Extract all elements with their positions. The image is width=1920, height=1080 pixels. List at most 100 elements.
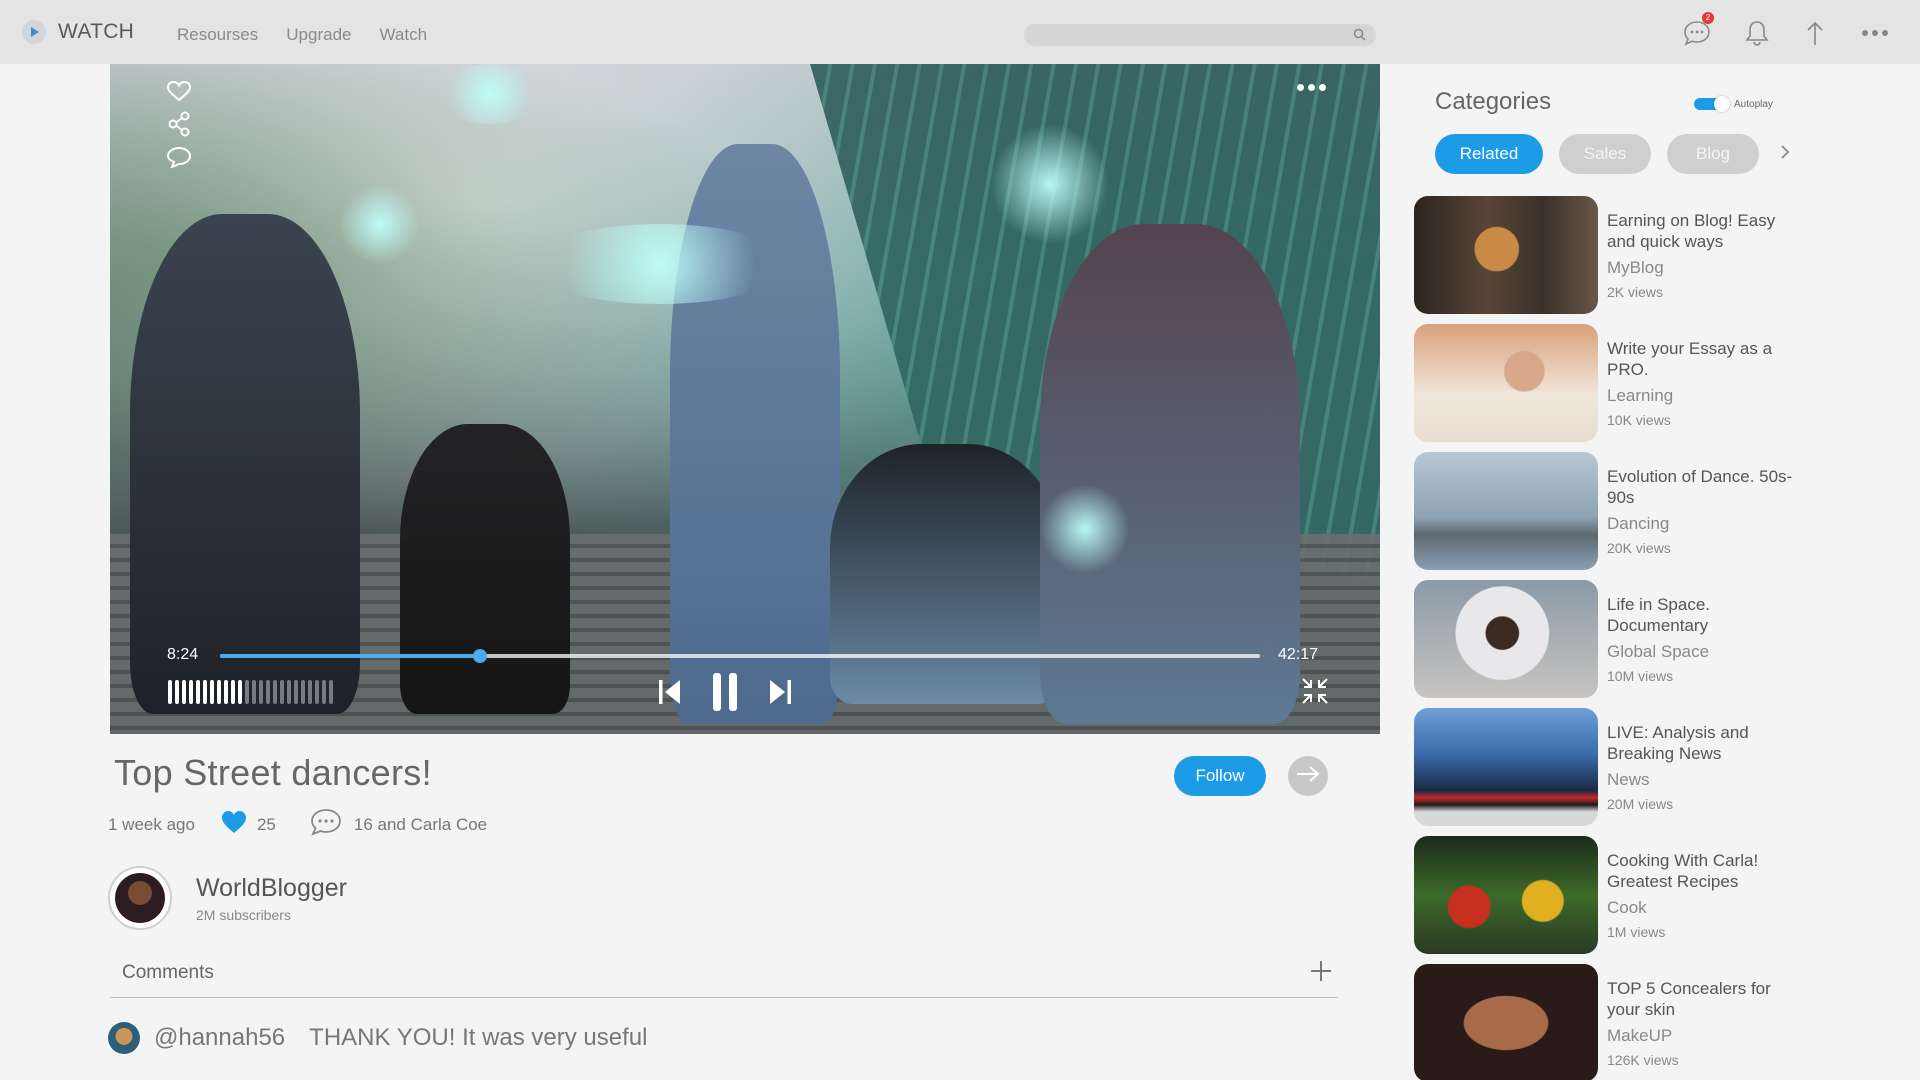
comments-label: Comments: [122, 962, 214, 983]
video-thumbnail[interactable]: [1414, 708, 1598, 826]
nav-item-watch[interactable]: Watch: [379, 25, 427, 45]
heart-icon: [221, 810, 247, 839]
video-thumbnail[interactable]: [1414, 452, 1598, 570]
video-scene-sparkle: [990, 124, 1110, 244]
comments-count-text: 16 and Carla Coe: [353, 814, 488, 834]
category-chips: Related Sales Blog: [1435, 134, 1791, 174]
chip-sales[interactable]: Sales: [1559, 134, 1651, 174]
progress-handle[interactable]: [473, 649, 487, 663]
posted-time: 1 week ago: [108, 814, 195, 834]
search-input[interactable]: [1024, 24, 1376, 46]
volume-bar: [315, 680, 319, 704]
plus-icon[interactable]: [1308, 958, 1334, 989]
video-meta: 1 week ago 25 16 and Carla Coe: [108, 808, 487, 841]
nav-item-upgrade[interactable]: Upgrade: [286, 25, 351, 45]
follow-button[interactable]: Follow: [1174, 756, 1266, 796]
related-video-title[interactable]: Evolution of Dance. 50s-90s: [1607, 466, 1807, 508]
related-video-title[interactable]: Earning on Blog! Easy and quick ways: [1607, 210, 1807, 252]
related-video-channel[interactable]: News: [1607, 770, 1807, 790]
toggle-switch[interactable]: [1694, 96, 1730, 112]
avatar[interactable]: [108, 866, 172, 930]
channel-name[interactable]: WorldBlogger: [196, 874, 347, 903]
related-video-channel[interactable]: Global Space: [1607, 642, 1807, 662]
volume-bar: [203, 680, 207, 704]
list-item[interactable]: TOP 5 Concealers for your skin MakeUP 12…: [1414, 964, 1904, 1080]
list-item[interactable]: LIVE: Analysis and Breaking News News 20…: [1414, 708, 1904, 826]
next-video-button[interactable]: [1288, 756, 1328, 796]
more-icon[interactable]: [1860, 18, 1890, 48]
list-item[interactable]: Earning on Blog! Easy and quick ways MyB…: [1414, 196, 1904, 314]
play-logo-icon: [22, 20, 46, 44]
volume-bar: [238, 680, 242, 704]
related-video-channel[interactable]: Dancing: [1607, 514, 1807, 534]
video-thumbnail[interactable]: [1414, 580, 1598, 698]
heart-icon[interactable]: [166, 80, 192, 107]
autoplay-label: Autoplay: [1734, 98, 1773, 110]
video-thumbnail[interactable]: [1414, 324, 1598, 442]
video-scene-sparkle: [440, 64, 540, 124]
volume-bar: [301, 680, 305, 704]
player-more-icon[interactable]: [1297, 84, 1326, 91]
chip-blog[interactable]: Blog: [1667, 134, 1759, 174]
chat-icon[interactable]: 2: [1682, 12, 1714, 48]
share-icon[interactable]: [166, 111, 192, 142]
related-video-views: 10M views: [1607, 668, 1674, 684]
video-scene-dancer: [400, 424, 570, 714]
volume-bar: [273, 680, 277, 704]
arrow-right-icon: [1295, 765, 1321, 788]
comment-username[interactable]: @hannah56: [154, 1024, 285, 1052]
related-video-title[interactable]: Life in Space. Documentary: [1607, 594, 1807, 636]
related-video-views: 20K views: [1607, 540, 1671, 556]
upload-arrow-icon[interactable]: [1800, 18, 1830, 48]
nav-item-resources[interactable]: Resourses: [177, 25, 258, 45]
list-item[interactable]: Write your Essay as a PRO. Learning 10K …: [1414, 324, 1904, 442]
autoplay-toggle[interactable]: Autoplay: [1694, 96, 1773, 112]
video-player[interactable]: 8:24 42:17: [110, 64, 1380, 734]
video-thumbnail[interactable]: [1414, 964, 1598, 1080]
volume-bar: [308, 680, 312, 704]
list-item[interactable]: Cooking With Carla! Greatest Recipes Coo…: [1414, 836, 1904, 954]
related-video-channel[interactable]: Cook: [1607, 898, 1807, 918]
notification-badge: 2: [1702, 12, 1714, 24]
volume-bar: [231, 680, 235, 704]
main-nav: Resourses Upgrade Watch: [177, 25, 427, 45]
list-item[interactable]: Life in Space. Documentary Global Space …: [1414, 580, 1904, 698]
related-video-views: 1M views: [1607, 924, 1666, 940]
channel-info[interactable]: WorldBlogger 2M subscribers: [108, 866, 347, 930]
related-video-title[interactable]: LIVE: Analysis and Breaking News: [1607, 722, 1807, 764]
video-thumbnail[interactable]: [1414, 836, 1598, 954]
chip-related[interactable]: Related: [1435, 134, 1543, 174]
like-button[interactable]: 25: [221, 810, 276, 839]
volume-bar: [189, 680, 193, 704]
app-logo[interactable]: WATCH: [22, 20, 134, 44]
video-thumbnail[interactable]: [1414, 196, 1598, 314]
volume-bar: [224, 680, 228, 704]
related-video-title[interactable]: Write your Essay as a PRO.: [1607, 338, 1807, 380]
comment-icon[interactable]: [166, 146, 192, 173]
list-item[interactable]: Evolution of Dance. 50s-90s Dancing 20K …: [1414, 452, 1904, 570]
related-video-channel[interactable]: MakeUP: [1607, 1026, 1807, 1046]
bell-icon[interactable]: [1742, 18, 1772, 48]
volume-bar: [175, 680, 179, 704]
comments-summary[interactable]: 16 and Carla Coe: [310, 808, 487, 841]
volume-bar: [322, 680, 326, 704]
related-video-title[interactable]: TOP 5 Concealers for your skin: [1607, 978, 1807, 1020]
previous-icon[interactable]: [658, 678, 682, 711]
related-video-views: 10K views: [1607, 412, 1671, 428]
progress-bar[interactable]: [220, 649, 1260, 663]
chevron-right-icon[interactable]: [1779, 143, 1791, 166]
video-scene-sparkle: [1040, 484, 1130, 574]
video-title: Top Street dancers!: [114, 752, 432, 793]
related-video-title[interactable]: Cooking With Carla! Greatest Recipes: [1607, 850, 1807, 892]
related-video-channel[interactable]: Learning: [1607, 386, 1807, 406]
related-video-channel[interactable]: MyBlog: [1607, 258, 1807, 278]
volume-meter[interactable]: [168, 680, 333, 704]
avatar[interactable]: [108, 1022, 140, 1054]
comment-icon: [310, 808, 342, 841]
next-icon[interactable]: [768, 678, 792, 711]
progress-fill: [220, 654, 480, 658]
search-icon[interactable]: [1353, 28, 1366, 46]
pause-icon[interactable]: [712, 672, 738, 717]
video-scene-dancer: [830, 444, 1060, 704]
collapse-icon[interactable]: [1300, 676, 1330, 711]
